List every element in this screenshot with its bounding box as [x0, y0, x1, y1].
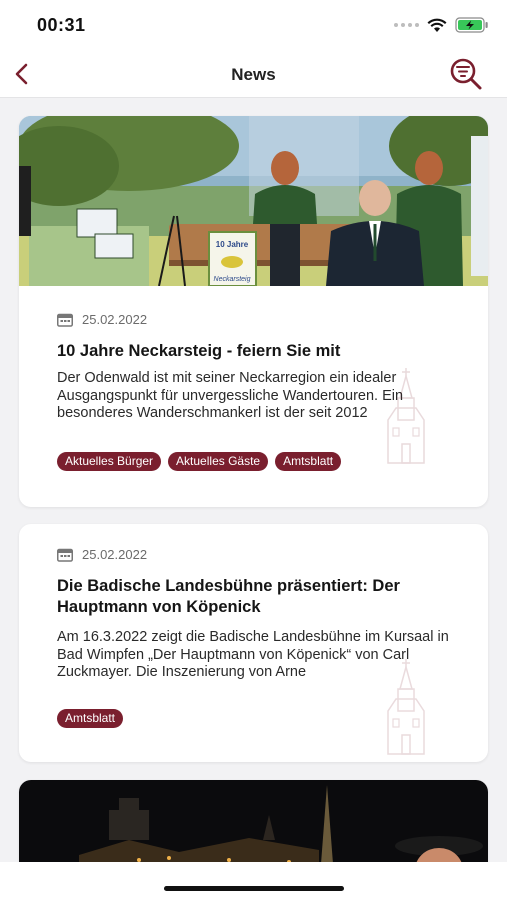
news-card[interactable] [19, 780, 488, 862]
battery-charging-icon [455, 17, 488, 33]
signal-dots-icon [394, 23, 419, 27]
article-title[interactable]: 10 Jahre Neckarsteig - feiern Sie mit [57, 341, 467, 362]
article-date: 25.02.2022 [82, 547, 148, 562]
tag-list: Aktuelles Bürger Aktuelles Gäste Amtsbla… [57, 452, 342, 471]
home-indicator[interactable] [164, 886, 344, 891]
search-filter-icon[interactable] [447, 57, 487, 91]
church-watermark-icon [387, 368, 425, 464]
date-row: 25.02.2022 [57, 312, 147, 327]
wifi-icon [427, 18, 447, 32]
news-card[interactable]: 25.02.2022 Die Badische Landesbühne präs… [19, 524, 488, 762]
status-time: 00:31 [37, 15, 86, 35]
calendar-icon [57, 548, 73, 562]
tag-badge[interactable]: Amtsblatt [57, 709, 124, 728]
news-image: 10 Jahre Neckarsteig [19, 116, 488, 286]
calendar-icon [57, 313, 73, 327]
news-feed[interactable]: 10 Jahre Neckarsteig 25.02.2022 10 Jahre… [0, 98, 507, 862]
sign-text-line1: 10 Jahre [216, 240, 249, 249]
church-watermark-icon [387, 659, 425, 755]
home-indicator-area [0, 862, 507, 900]
tag-badge[interactable]: Amtsblatt [275, 452, 342, 471]
news-card[interactable]: 10 Jahre Neckarsteig 25.02.2022 10 Jahre… [19, 116, 488, 507]
date-row: 25.02.2022 [57, 547, 147, 562]
article-date: 25.02.2022 [82, 312, 148, 327]
tag-list: Amtsblatt [57, 709, 124, 728]
status-bar: 00:31 [0, 0, 507, 50]
nav-bar: News [0, 50, 507, 98]
article-title[interactable]: Die Badische Landesbühne präsentiert: De… [57, 576, 467, 618]
news-image [19, 780, 488, 862]
page-title: News [231, 65, 276, 84]
tag-badge[interactable]: Aktuelles Gäste [168, 452, 269, 471]
status-icons [394, 17, 489, 33]
tag-badge[interactable]: Aktuelles Bürger [57, 452, 162, 471]
sign-text-line2: Neckarsteig [214, 276, 251, 283]
